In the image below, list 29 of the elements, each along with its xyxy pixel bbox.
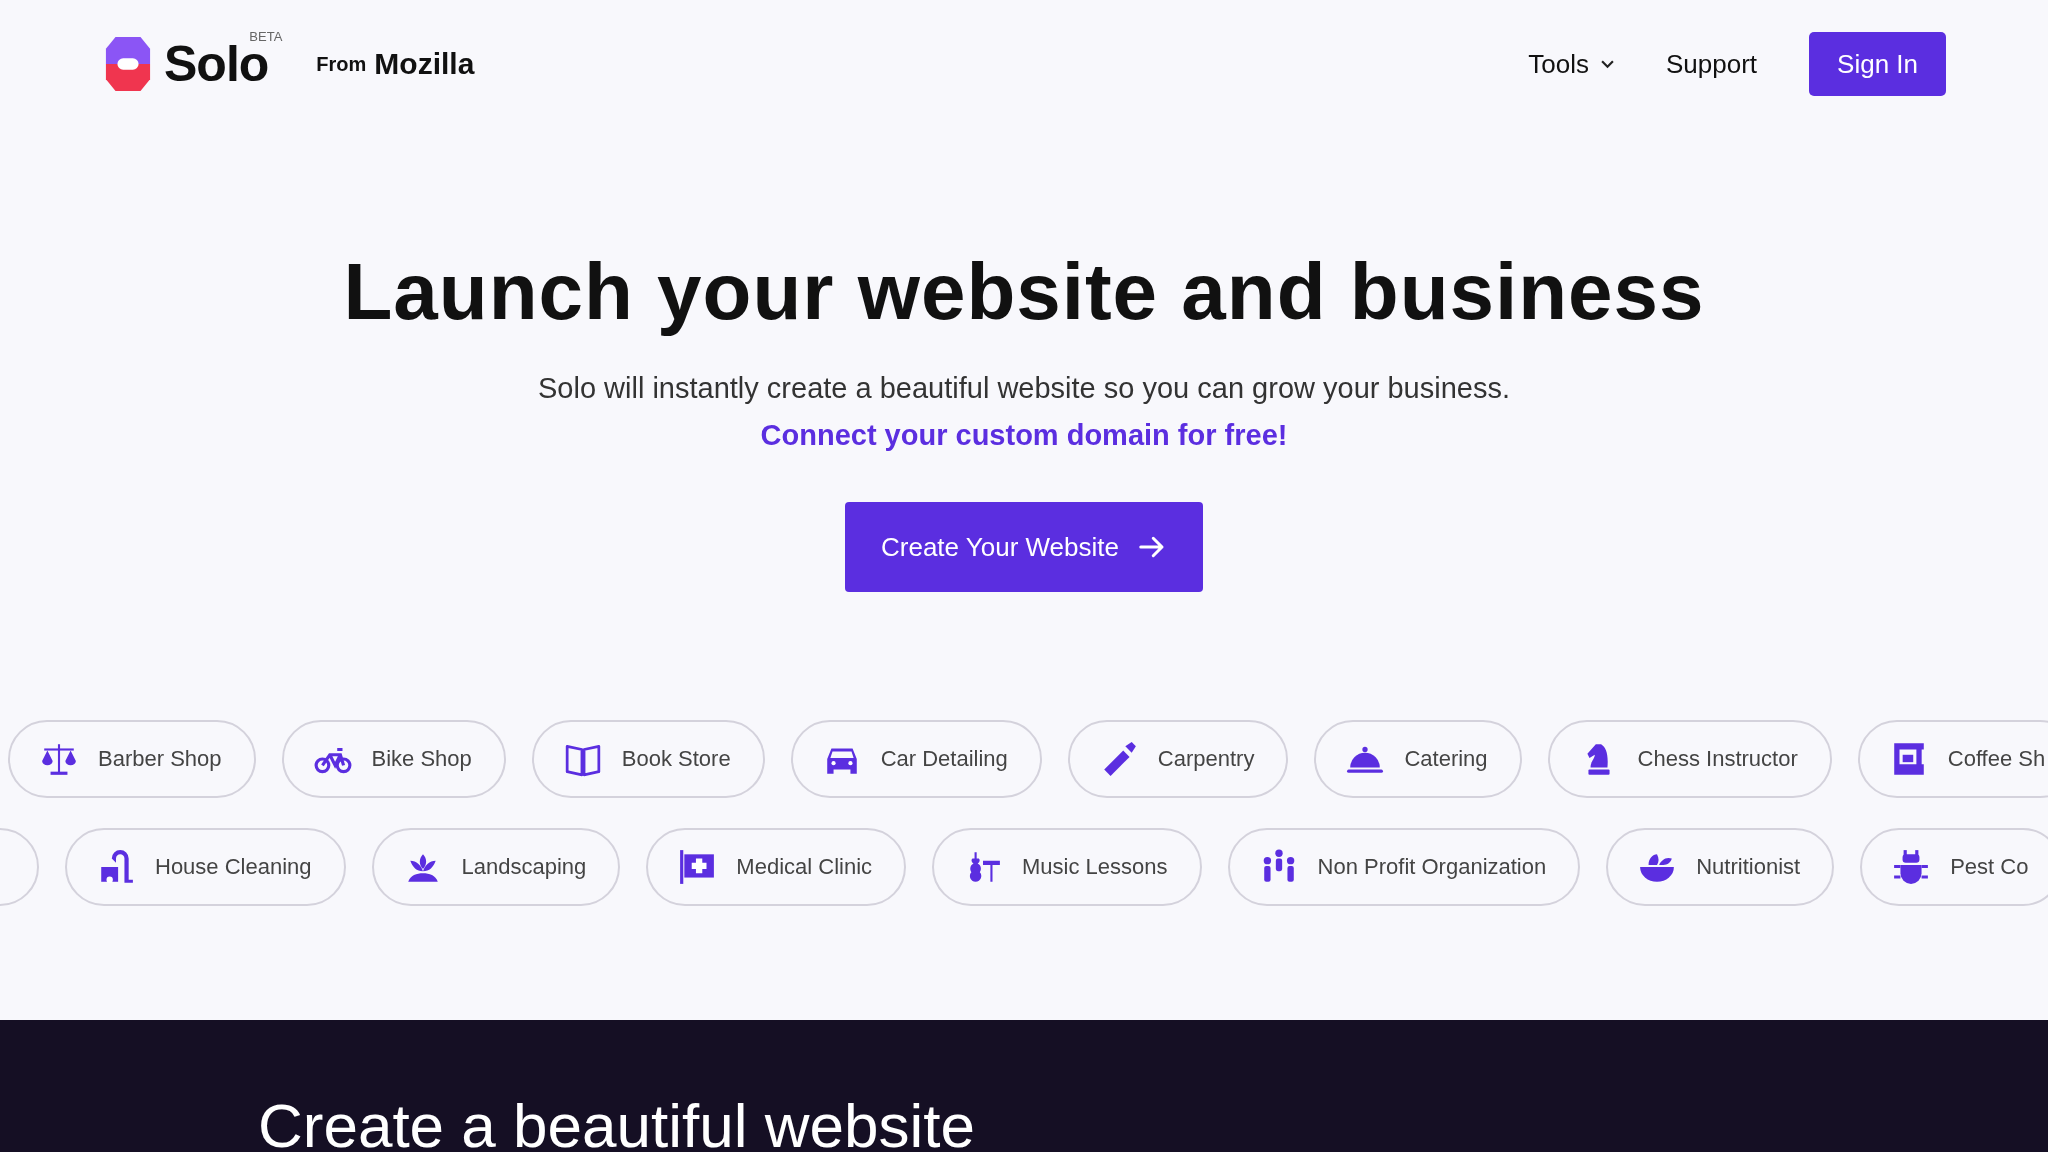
category-chip[interactable]: Carpentry — [1067, 720, 1289, 798]
category-chip[interactable]: House Cleaning — [65, 828, 346, 906]
category-chip[interactable]: Book Store — [531, 720, 765, 798]
category-chip[interactable]: Music Lessons — [932, 828, 1202, 906]
category-chip[interactable]: Coffee Sh — [1857, 720, 2048, 798]
nav-link[interactable]: Tools — [1528, 48, 1614, 80]
category-chip[interactable]: Medical Clinic — [646, 828, 907, 906]
category-chip[interactable]: Pest Co — [1860, 828, 2048, 906]
category-chip[interactable]: Landscaping — [371, 828, 621, 906]
logo-icon — [104, 35, 152, 93]
category-chip[interactable]: Non Profit Organization — [1227, 828, 1581, 906]
category-chip[interactable]: Catering — [1314, 720, 1522, 798]
hero-heading: Launch your website and business — [343, 248, 1705, 336]
nav-link[interactable]: Support — [1665, 48, 1758, 80]
section-heading: Create a beautiful website — [258, 1092, 976, 1152]
brand-wordmark: Mozilla — [374, 47, 475, 81]
hero-subtitle: Solo will instantly create a beautiful website so you can grow your business. — [538, 372, 1510, 405]
domain-link[interactable]: Connect your custom domain for free! — [760, 419, 1288, 452]
medical-sign-icon — [678, 848, 717, 886]
category-chip[interactable]: Car Detailing — [790, 720, 1042, 798]
category-chip[interactable]: Chess Instructor — [1547, 720, 1832, 798]
from-label: From — [316, 52, 367, 76]
bug-icon — [1892, 848, 1931, 886]
sign-in-button[interactable]: Sign In — [1809, 32, 1946, 96]
category-chip[interactable]: Nutritionist — [1606, 828, 1835, 906]
beta-label: BETA — [249, 29, 283, 44]
category-chip[interactable]: Barber Shop — [8, 720, 256, 798]
category-chip[interactable]: Bike Shop — [281, 720, 506, 798]
create-website-button[interactable]: Create Your Website — [845, 502, 1203, 592]
